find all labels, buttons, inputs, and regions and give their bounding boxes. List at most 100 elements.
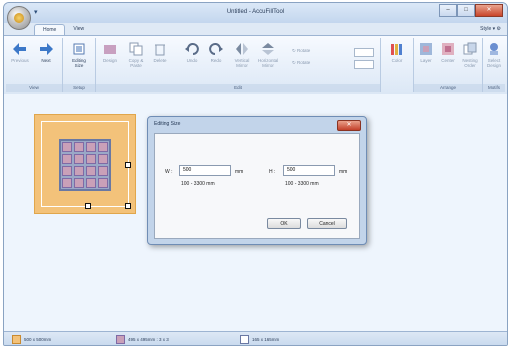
grid-cell — [62, 178, 72, 188]
title-bar: ▾ Untitled - AccuFillTool – □ ✕ — [4, 3, 507, 23]
grid-size-icon — [116, 335, 125, 344]
next-button[interactable]: Next — [36, 40, 56, 80]
undo-icon — [185, 43, 199, 55]
status-grid: 495 x 495mm : 3 x 3 — [116, 335, 169, 344]
center-icon — [442, 43, 454, 55]
group-label-edit: Edit — [96, 84, 380, 92]
design-grid[interactable] — [59, 139, 111, 191]
center-button[interactable]: Center — [438, 40, 458, 80]
group-edit: Design Copy & Paste Delete Undo Redo Ver… — [96, 38, 381, 92]
ok-button[interactable]: OK — [267, 218, 301, 229]
grid-cell — [98, 166, 108, 176]
previous-button[interactable]: Previous — [10, 40, 30, 80]
design-icon — [104, 45, 116, 54]
layer-icon — [420, 43, 432, 55]
grid-cell — [74, 154, 84, 164]
minimize-button[interactable]: – — [439, 4, 457, 17]
editing-size-button[interactable]: Editing Size — [69, 40, 89, 80]
app-window: ▾ Untitled - AccuFillTool – □ ✕ Home Vie… — [3, 2, 508, 346]
grid-cell — [86, 178, 96, 188]
rotate-spinner[interactable] — [354, 48, 374, 57]
height-input[interactable] — [283, 165, 335, 176]
grid-cell — [98, 142, 108, 152]
select-design-button[interactable]: Select Design — [484, 40, 504, 80]
design-button[interactable]: Design — [100, 40, 120, 80]
delete-button[interactable]: Delete — [150, 40, 170, 80]
rotate-field[interactable]: ↻ Rotate — [292, 48, 352, 56]
trash-icon — [155, 44, 165, 56]
window-title: Untitled - AccuFillTool — [226, 9, 285, 15]
tab-view[interactable]: View — [65, 24, 92, 34]
width-label: W : — [165, 169, 173, 175]
cancel-button[interactable]: Cancel — [307, 218, 347, 229]
group-arrange: Layer Center Nesting Order Arrange — [414, 38, 483, 92]
dialog-close-button[interactable]: ✕ — [337, 120, 361, 131]
hoop-area[interactable] — [34, 114, 136, 214]
app-logo-icon — [14, 13, 24, 23]
grid-cell — [62, 166, 72, 176]
grid-cell — [98, 178, 108, 188]
maximize-button[interactable]: □ — [457, 4, 475, 17]
nesting-order-icon — [463, 42, 477, 55]
grid-cell — [98, 154, 108, 164]
editing-size-dialog: Editing Size ✕ W : mm 100 - 3300 mm H : … — [147, 116, 367, 245]
horizontal-mirror-icon — [262, 43, 274, 55]
hoop-size-icon — [12, 335, 21, 344]
color-button[interactable]: Color — [387, 40, 407, 80]
grid-cell — [74, 166, 84, 176]
ribbon: Previous Next View Editing Size Setup De… — [4, 35, 507, 95]
nesting-order-button[interactable]: Nesting Order — [460, 40, 480, 80]
group-label-arrange: Arrange — [414, 84, 482, 92]
vertical-mirror-button[interactable]: Vertical Mirror — [232, 40, 252, 80]
group-view: Previous Next View — [6, 38, 63, 92]
canvas-workspace[interactable]: Editing Size ✕ W : mm 100 - 3300 mm H : … — [4, 94, 507, 331]
grid-cell — [62, 154, 72, 164]
group-motifs: Select Design Motifs — [483, 38, 505, 92]
status-hoop: 500 x 500mm — [12, 335, 51, 344]
resize-handle-right[interactable] — [125, 162, 131, 168]
rotate-icon: ↻ — [292, 60, 296, 65]
rotate-icon: ↻ — [292, 48, 296, 53]
horizontal-mirror-button[interactable]: Horizontal Mirror — [258, 40, 278, 80]
copy-paste-button[interactable]: Copy & Paste — [126, 40, 146, 80]
group-setup: Editing Size Setup — [63, 38, 96, 92]
arrow-right-icon — [40, 43, 53, 55]
design-size-icon — [240, 335, 249, 344]
grid-cell — [86, 166, 96, 176]
application-menu-button[interactable] — [7, 6, 31, 30]
width-unit: mm — [235, 169, 244, 175]
dialog-body: W : mm 100 - 3300 mm H : mm 100 - 3300 m… — [154, 133, 360, 239]
width-range: 100 - 3300 mm — [181, 181, 215, 187]
arrow-left-icon — [13, 43, 26, 55]
resize-handle-bottom[interactable] — [85, 203, 91, 209]
layer-button[interactable]: Layer — [416, 40, 436, 80]
grid-cell — [86, 142, 96, 152]
group-color: Color — [381, 38, 414, 92]
select-design-icon — [490, 43, 498, 55]
tab-home[interactable]: Home — [34, 24, 66, 35]
width-input[interactable] — [179, 165, 231, 176]
group-label-motifs: Motifs — [483, 84, 505, 92]
rotate-field-2[interactable]: ↻ Rotate — [292, 60, 352, 68]
resize-handle-corner[interactable] — [125, 203, 131, 209]
rotate-spinner-2[interactable] — [354, 60, 374, 69]
style-menu[interactable]: Style ▾ ⚙ — [480, 26, 501, 32]
grid-cell — [62, 142, 72, 152]
height-label: H : — [269, 169, 276, 175]
undo-button[interactable]: Undo — [182, 40, 202, 80]
grid-cell — [86, 154, 96, 164]
group-label-view: View — [6, 84, 62, 92]
group-label-setup: Setup — [63, 84, 95, 92]
status-bar: 500 x 500mm 495 x 495mm : 3 x 3 165 x 16… — [4, 331, 507, 345]
dialog-title: Editing Size — [154, 121, 181, 127]
vertical-mirror-icon — [236, 43, 248, 55]
grid-cell — [74, 142, 84, 152]
height-unit: mm — [339, 169, 348, 175]
redo-button[interactable]: Redo — [206, 40, 226, 80]
redo-icon — [209, 43, 223, 55]
copy-icon — [129, 42, 143, 56]
grid-cell — [74, 178, 84, 188]
color-bars-icon — [391, 44, 402, 55]
status-design: 165 x 165mm — [240, 335, 279, 344]
close-button[interactable]: ✕ — [475, 4, 503, 17]
